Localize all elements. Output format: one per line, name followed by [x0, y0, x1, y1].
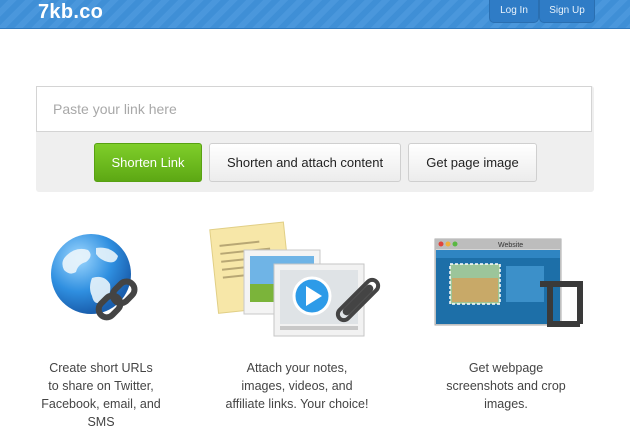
feature-line: images, videos, and [241, 379, 353, 393]
feature-line: Attach your notes, [246, 361, 348, 375]
shorten-attach-button[interactable]: Shorten and attach content [209, 143, 401, 182]
feature-line: to share on Twitter, [48, 379, 154, 393]
media-attach-icon [209, 221, 381, 337]
feature-screenshot-text: Get webpage screenshots and crop images. [431, 359, 581, 413]
feature-attach-text: Attach your notes, images, videos, and a… [213, 359, 381, 413]
signup-button[interactable]: Sign Up [539, 0, 595, 23]
feature-line: Get webpage [468, 361, 544, 375]
window-title: Website [498, 242, 523, 249]
feature-line: images. [484, 397, 528, 411]
feature-line: affiliate links. Your choice! [225, 397, 369, 411]
feature-line: SMS [87, 415, 115, 429]
top-navigation-bar: 7kb.co Log In Sign Up [0, 0, 630, 29]
get-page-image-button[interactable]: Get page image [408, 143, 537, 182]
globe-link-icon [51, 234, 138, 321]
site-logo[interactable]: 7kb.co [38, 1, 103, 24]
feature-line: Facebook, email, and [41, 397, 161, 411]
feature-line: Create short URLs [49, 361, 153, 375]
url-input[interactable] [36, 86, 592, 132]
feature-short-urls-text: Create short URLs to share on Twitter, F… [26, 359, 176, 431]
feature-line: screenshots and crop [446, 379, 566, 393]
shorten-link-button[interactable]: Shorten Link [94, 143, 202, 182]
screenshot-crop-icon: Website [434, 238, 583, 327]
login-button[interactable]: Log In [489, 0, 539, 23]
